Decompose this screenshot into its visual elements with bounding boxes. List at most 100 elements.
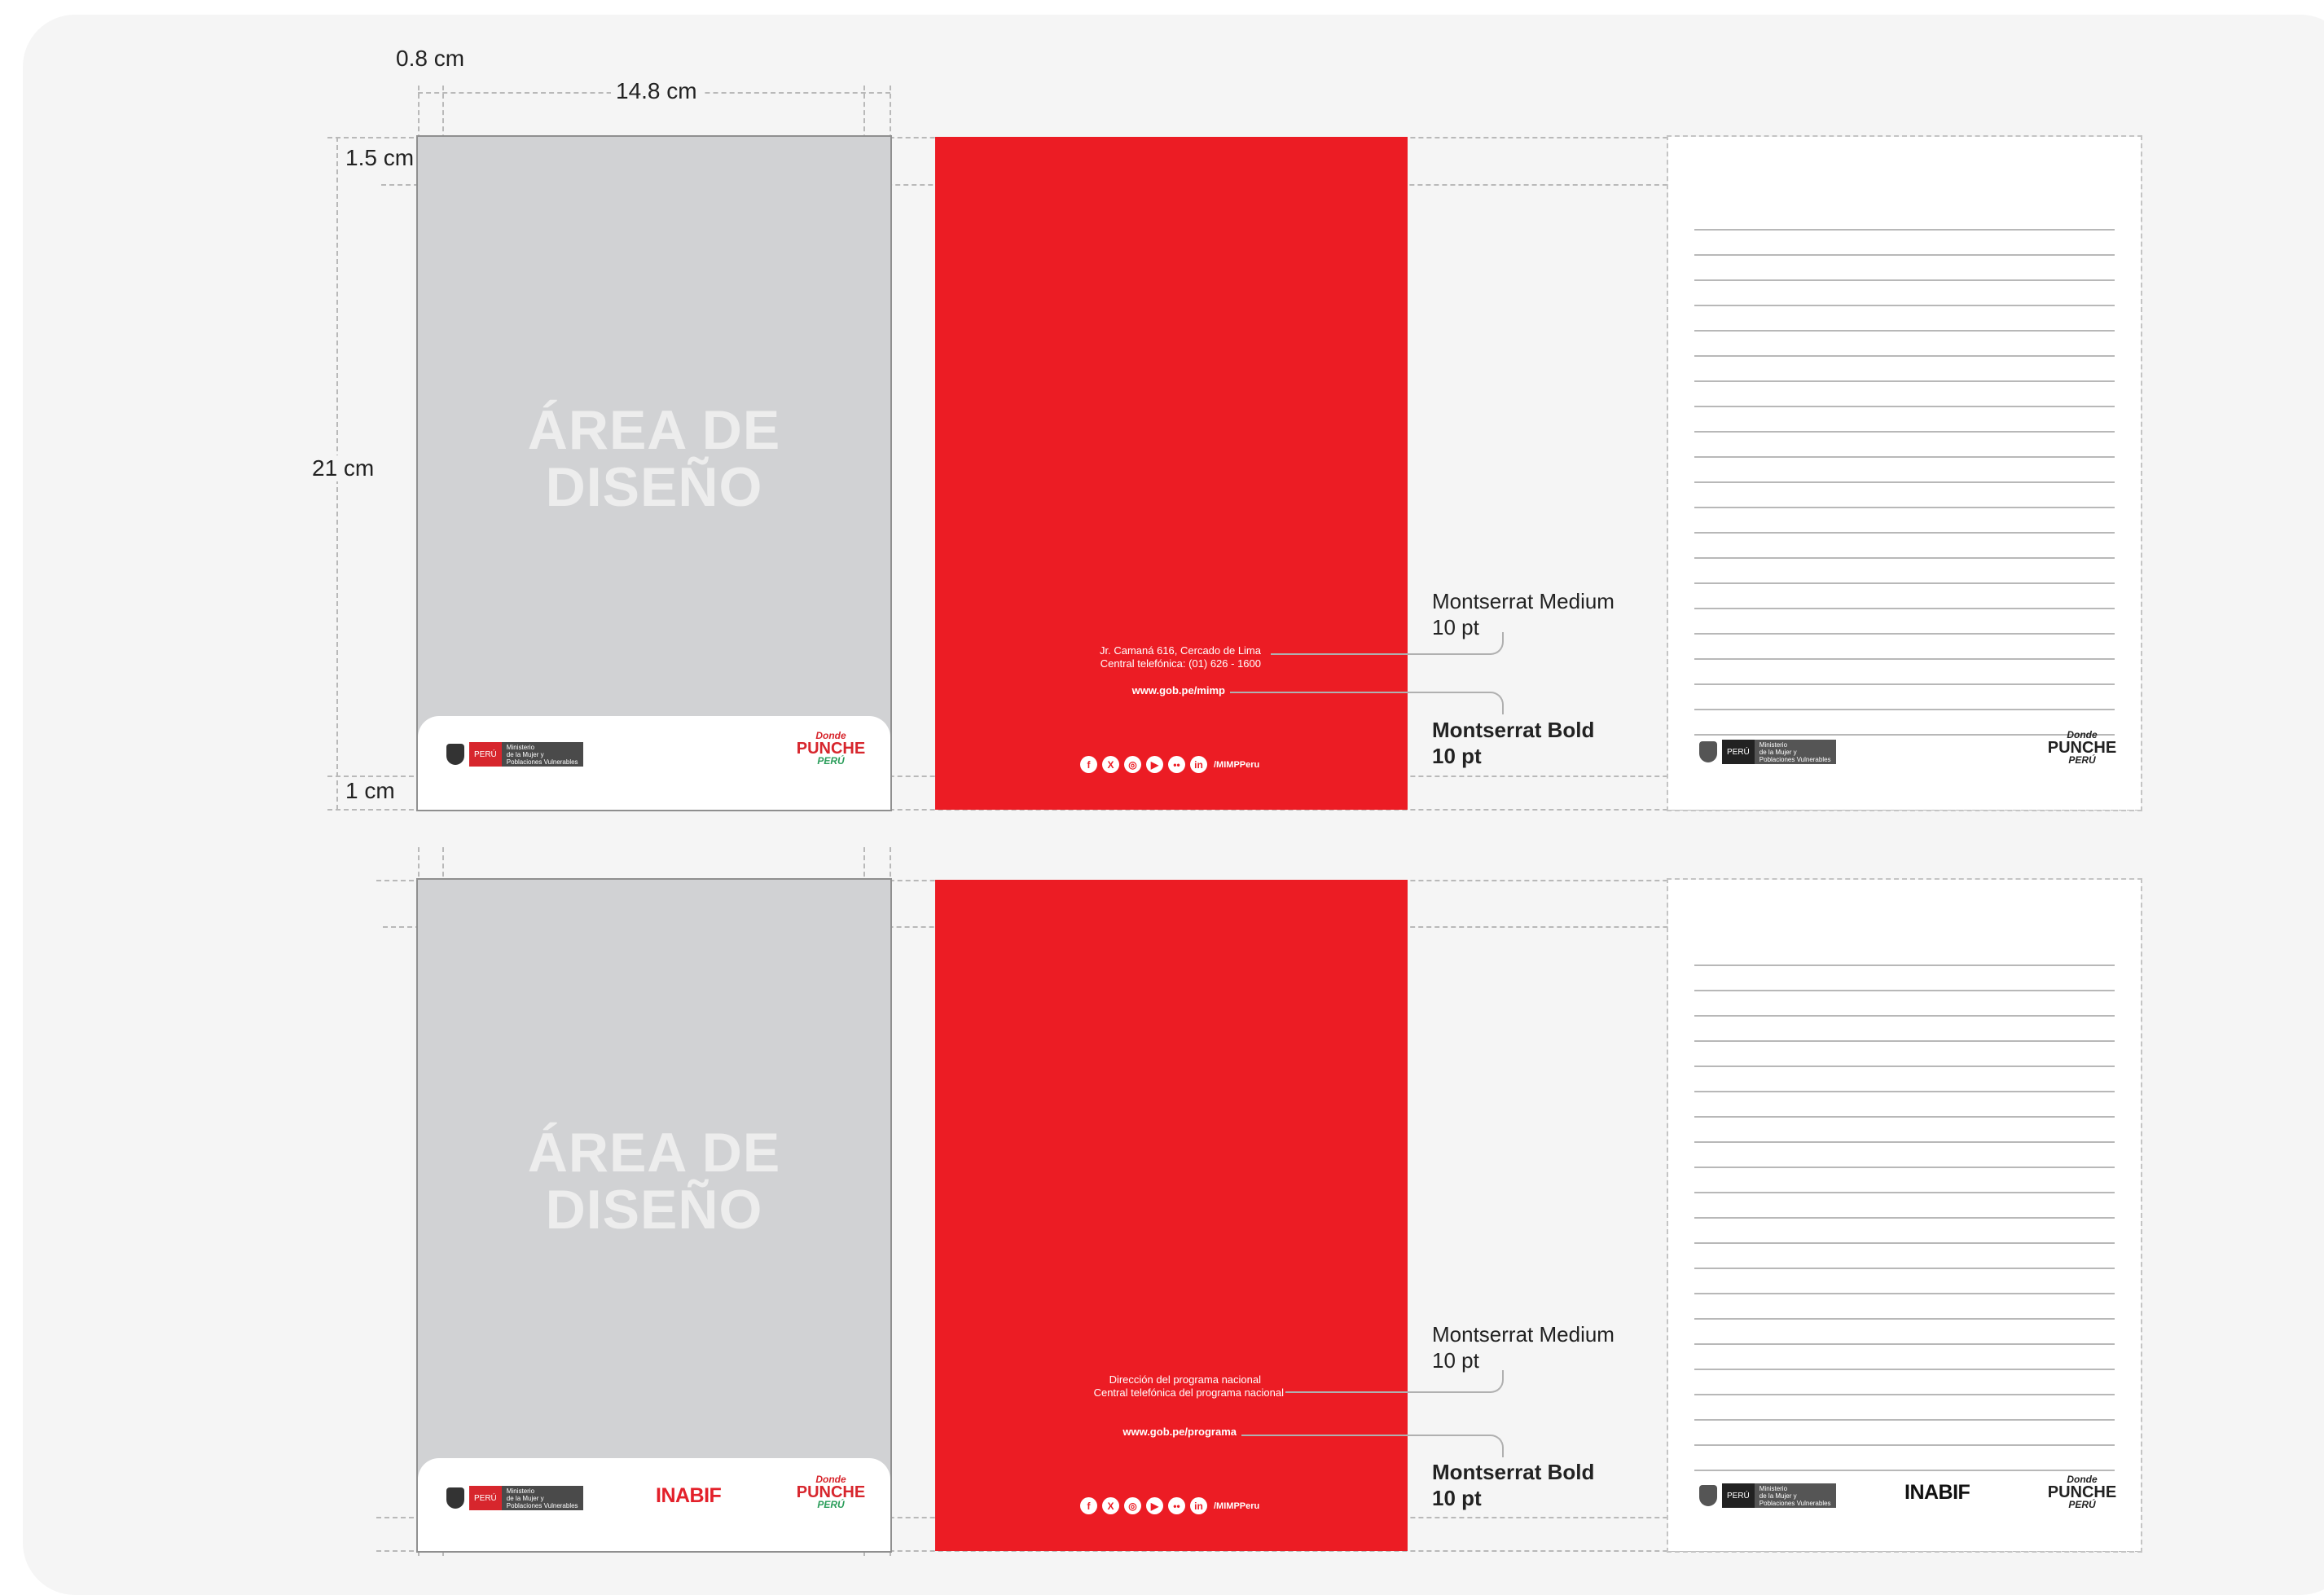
peru-label: PERÚ <box>1722 1483 1755 1508</box>
facebook-icon: f <box>1080 1497 1097 1514</box>
leader-bold-curve-2 <box>1474 1435 1504 1457</box>
contact-line2: Central telefónica del programa nacional <box>1093 1386 1284 1399</box>
peru-label: PERÚ <box>1722 740 1755 764</box>
ruled-line <box>1694 355 2115 357</box>
annotation-medium-1: Montserrat Medium 10 pt <box>1432 589 1614 639</box>
website-url: www.gob.pe/programa <box>1122 1426 1237 1438</box>
design-page-2: ÁREA DE DISEÑO PERÚ Ministerio de la Muj… <box>416 878 892 1553</box>
youtube-icon: ▶ <box>1146 756 1163 773</box>
x-icon: X <box>1102 1497 1119 1514</box>
contact-line1: Jr. Camaná 616, Cercado de Lima <box>1100 644 1261 657</box>
contact-line2: Central telefónica: (01) 626 - 1600 <box>1100 657 1261 670</box>
ruled-line <box>1694 1318 2115 1320</box>
social-bar: f X ◎ ▶ •• in /MIMPPeru <box>1080 756 1259 773</box>
dim-height: 21 cm <box>307 455 380 481</box>
peru-shield-icon <box>446 1487 464 1509</box>
ruled-line <box>1694 229 2115 231</box>
ruled-line <box>1694 557 2115 559</box>
ruled-line <box>1694 709 2115 710</box>
ruled-line <box>1694 1217 2115 1219</box>
linkedin-icon: in <box>1190 1497 1207 1514</box>
ruled-line <box>1694 1015 2115 1017</box>
instagram-icon: ◎ <box>1124 756 1141 773</box>
design-footer-2: PERÚ Ministerio de la Mujer y Poblacione… <box>418 1458 890 1551</box>
social-bar: f X ◎ ▶ •• in /MIMPPeru <box>1080 1497 1259 1514</box>
design-area-line2: DISEÑO <box>545 1179 763 1241</box>
gov-logo-grey: PERÚ Ministerio de la Mujer y Poblacione… <box>1699 740 1836 764</box>
inabif-logo-grey: INABIF <box>1904 1481 1970 1504</box>
flickr-icon: •• <box>1168 1497 1185 1514</box>
social-handle: /MIMPPeru <box>1214 1501 1260 1511</box>
design-page-1: ÁREA DE DISEÑO PERÚ Ministerio de la Muj… <box>416 135 892 811</box>
ruled-line <box>1694 1394 2115 1395</box>
lined-page-1: PERÚ Ministerio de la Mujer y Poblacione… <box>1667 135 2142 811</box>
lined-page-2: PERÚ Ministerio de la Mujer y Poblacione… <box>1667 878 2142 1553</box>
dim-margin-side: 0.8 cm <box>396 46 465 71</box>
ruled-line <box>1694 658 2115 660</box>
peru-label: PERÚ <box>469 1486 502 1510</box>
ministry-label: Ministerio de la Mujer y Poblaciones Vul… <box>501 742 583 767</box>
ruled-line <box>1694 582 2115 584</box>
contact-line1: Dirección del programa nacional <box>1109 1373 1261 1386</box>
red-page-2: Dirección del programa nacional Central … <box>935 880 1408 1551</box>
ruled-line <box>1694 1242 2115 1244</box>
annotation-bold-2: Montserrat Bold 10 pt <box>1432 1460 1595 1510</box>
ruled-line <box>1694 964 2115 966</box>
ruled-line <box>1694 1293 2115 1294</box>
flickr-icon: •• <box>1168 756 1185 773</box>
ruled-line <box>1694 1091 2115 1092</box>
punche-peru-logo: Donde PUNCHE PERÚ <box>796 1474 866 1510</box>
gov-logo-grey: PERÚ Ministerio de la Mujer y Poblacione… <box>1699 1483 1836 1508</box>
gov-logo: PERÚ Ministerio de la Mujer y Poblacione… <box>446 742 583 767</box>
ruled-line <box>1694 608 2115 609</box>
design-area-line1: ÁREA DE <box>527 1122 781 1184</box>
ministry-label: Ministerio de la Mujer y Poblaciones Vul… <box>501 1486 583 1510</box>
peru-label: PERÚ <box>469 742 502 767</box>
ruled-line <box>1694 1444 2115 1446</box>
inabif-logo: INABIF <box>656 1484 722 1507</box>
ruled-line <box>1694 1192 2115 1193</box>
leader-bold-2 <box>1241 1435 1483 1436</box>
instagram-icon: ◎ <box>1124 1497 1141 1514</box>
ruled-line <box>1694 1141 2115 1143</box>
leader-bold-curve-1 <box>1474 692 1504 714</box>
ruled-line <box>1694 1066 2115 1067</box>
dim-margin-top: 1.5 cm <box>340 145 420 171</box>
ruled-line <box>1694 1116 2115 1118</box>
annotation-medium-2: Montserrat Medium 10 pt <box>1432 1322 1614 1373</box>
ruled-line <box>1694 1470 2115 1471</box>
ruled-line <box>1694 683 2115 685</box>
ruled-line <box>1694 1343 2115 1345</box>
ruled-line <box>1694 1419 2115 1421</box>
leader-medium-2 <box>1285 1391 1491 1393</box>
peru-shield-icon <box>446 744 464 765</box>
leader-medium-1 <box>1271 653 1491 655</box>
punche-peru-logo: Donde PUNCHE PERÚ <box>796 730 866 767</box>
ruled-line <box>1694 532 2115 534</box>
ruled-line <box>1694 1268 2115 1269</box>
ruled-line <box>1694 406 2115 407</box>
design-footer-1: PERÚ Ministerio de la Mujer y Poblacione… <box>418 716 890 810</box>
leader-bold-1 <box>1230 692 1483 693</box>
ruled-line <box>1694 481 2115 483</box>
ministry-label: Ministerio de la Mujer y Poblaciones Vul… <box>1754 740 1836 764</box>
ruled-line <box>1694 431 2115 433</box>
dim-margin-bottom: 1 cm <box>340 778 400 804</box>
ruled-line <box>1694 1167 2115 1168</box>
red-page-1: Jr. Camaná 616, Cercado de Lima Central … <box>935 137 1408 810</box>
ruled-line <box>1694 456 2115 458</box>
social-handle: /MIMPPeru <box>1214 759 1260 770</box>
ruled-line <box>1694 990 2115 991</box>
ministry-label: Ministerio de la Mujer y Poblaciones Vul… <box>1754 1483 1836 1508</box>
leader-medium-curve-2 <box>1474 1370 1504 1393</box>
punche-peru-logo-grey: Donde PUNCHE PERÚ <box>2047 1474 2117 1510</box>
linkedin-icon: in <box>1190 756 1207 773</box>
ruled-line <box>1694 633 2115 635</box>
ruled-line <box>1694 279 2115 281</box>
facebook-icon: f <box>1080 756 1097 773</box>
peru-shield-icon <box>1699 1485 1717 1506</box>
ruled-line <box>1694 330 2115 332</box>
ruled-line <box>1694 507 2115 508</box>
ruled-line <box>1694 380 2115 382</box>
youtube-icon: ▶ <box>1146 1497 1163 1514</box>
